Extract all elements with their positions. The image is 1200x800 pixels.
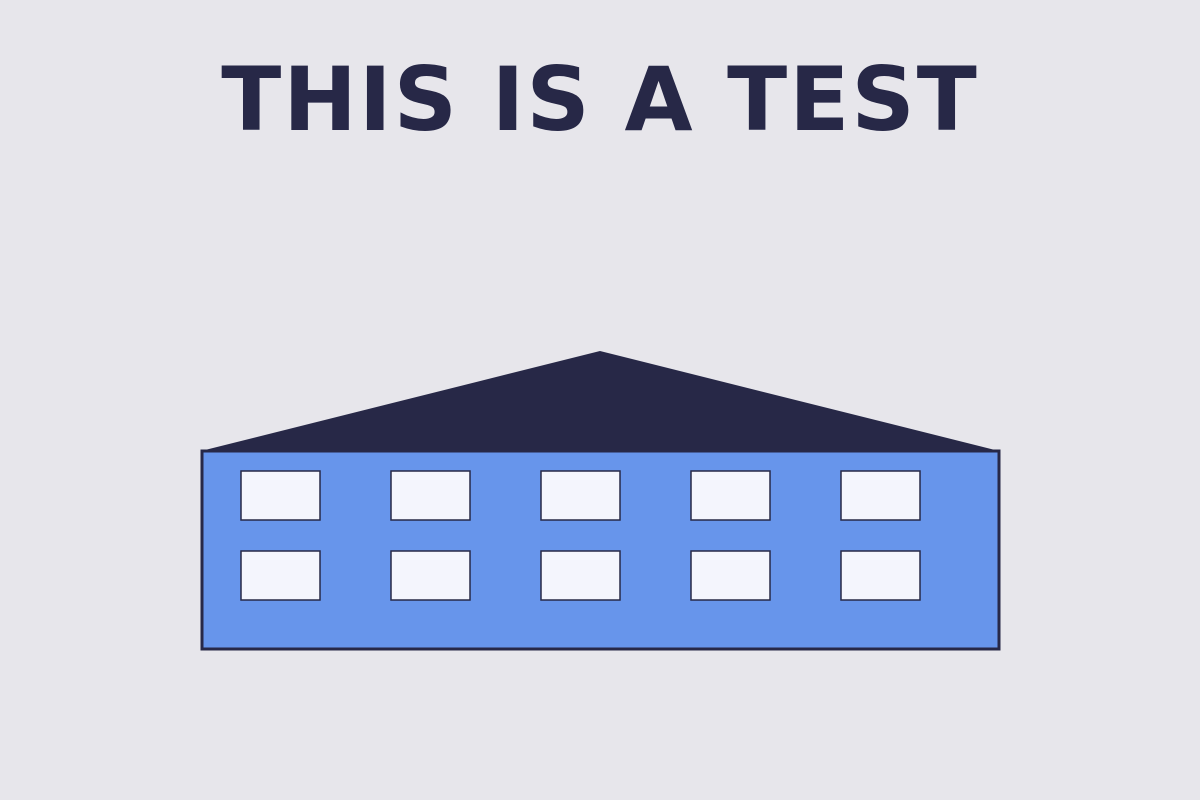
building-window <box>540 470 621 521</box>
building-roof <box>201 351 999 451</box>
building-window <box>390 470 471 521</box>
building-window <box>240 550 321 601</box>
building-window <box>390 550 471 601</box>
building-window <box>540 550 621 601</box>
page: THIS IS A TEST <box>0 0 1200 800</box>
building-window <box>690 550 771 601</box>
building-window <box>840 550 921 601</box>
building-window <box>690 470 771 521</box>
building-window <box>240 470 321 521</box>
building-illustration <box>200 351 1001 651</box>
building-window <box>840 470 921 521</box>
